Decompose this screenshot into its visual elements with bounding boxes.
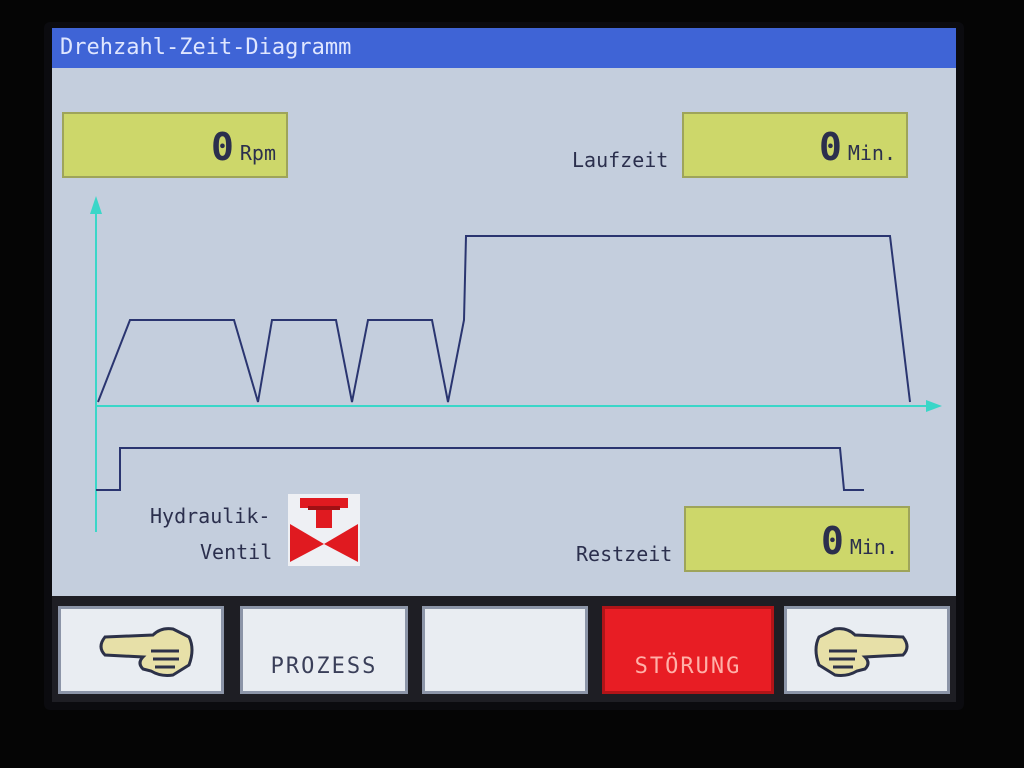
process-button[interactable]: PROZESS	[240, 606, 408, 694]
remaining-display: 0 Min.	[684, 506, 910, 572]
valve-label-line1: Hydraulik-	[150, 504, 271, 528]
previous-screen-button[interactable]	[58, 606, 224, 694]
hmi-screen: Drehzahl-Zeit-Diagramm 0 Rpm Laufzeit 0 Mi…	[52, 28, 956, 702]
valve-label-line2: Ventil	[200, 540, 273, 564]
valve-signal-curve	[96, 447, 864, 491]
remaining-value: 0	[820, 519, 844, 563]
x-axis-arrow	[926, 400, 942, 412]
hydraulic-valve-icon	[288, 494, 360, 566]
speed-profile-curve	[97, 235, 911, 403]
hand-pointing-right-icon	[814, 627, 909, 677]
next-screen-button[interactable]	[784, 606, 950, 694]
function-key-bar: PROZESS STÖRUNG	[52, 596, 956, 702]
remaining-label: Restzeit	[576, 542, 673, 566]
hand-pointing-left-icon	[99, 627, 194, 677]
fault-button[interactable]: STÖRUNG	[602, 606, 774, 694]
y-axis-arrow	[90, 196, 102, 214]
remaining-unit: Min.	[849, 535, 898, 559]
empty-function-button[interactable]	[422, 606, 588, 694]
